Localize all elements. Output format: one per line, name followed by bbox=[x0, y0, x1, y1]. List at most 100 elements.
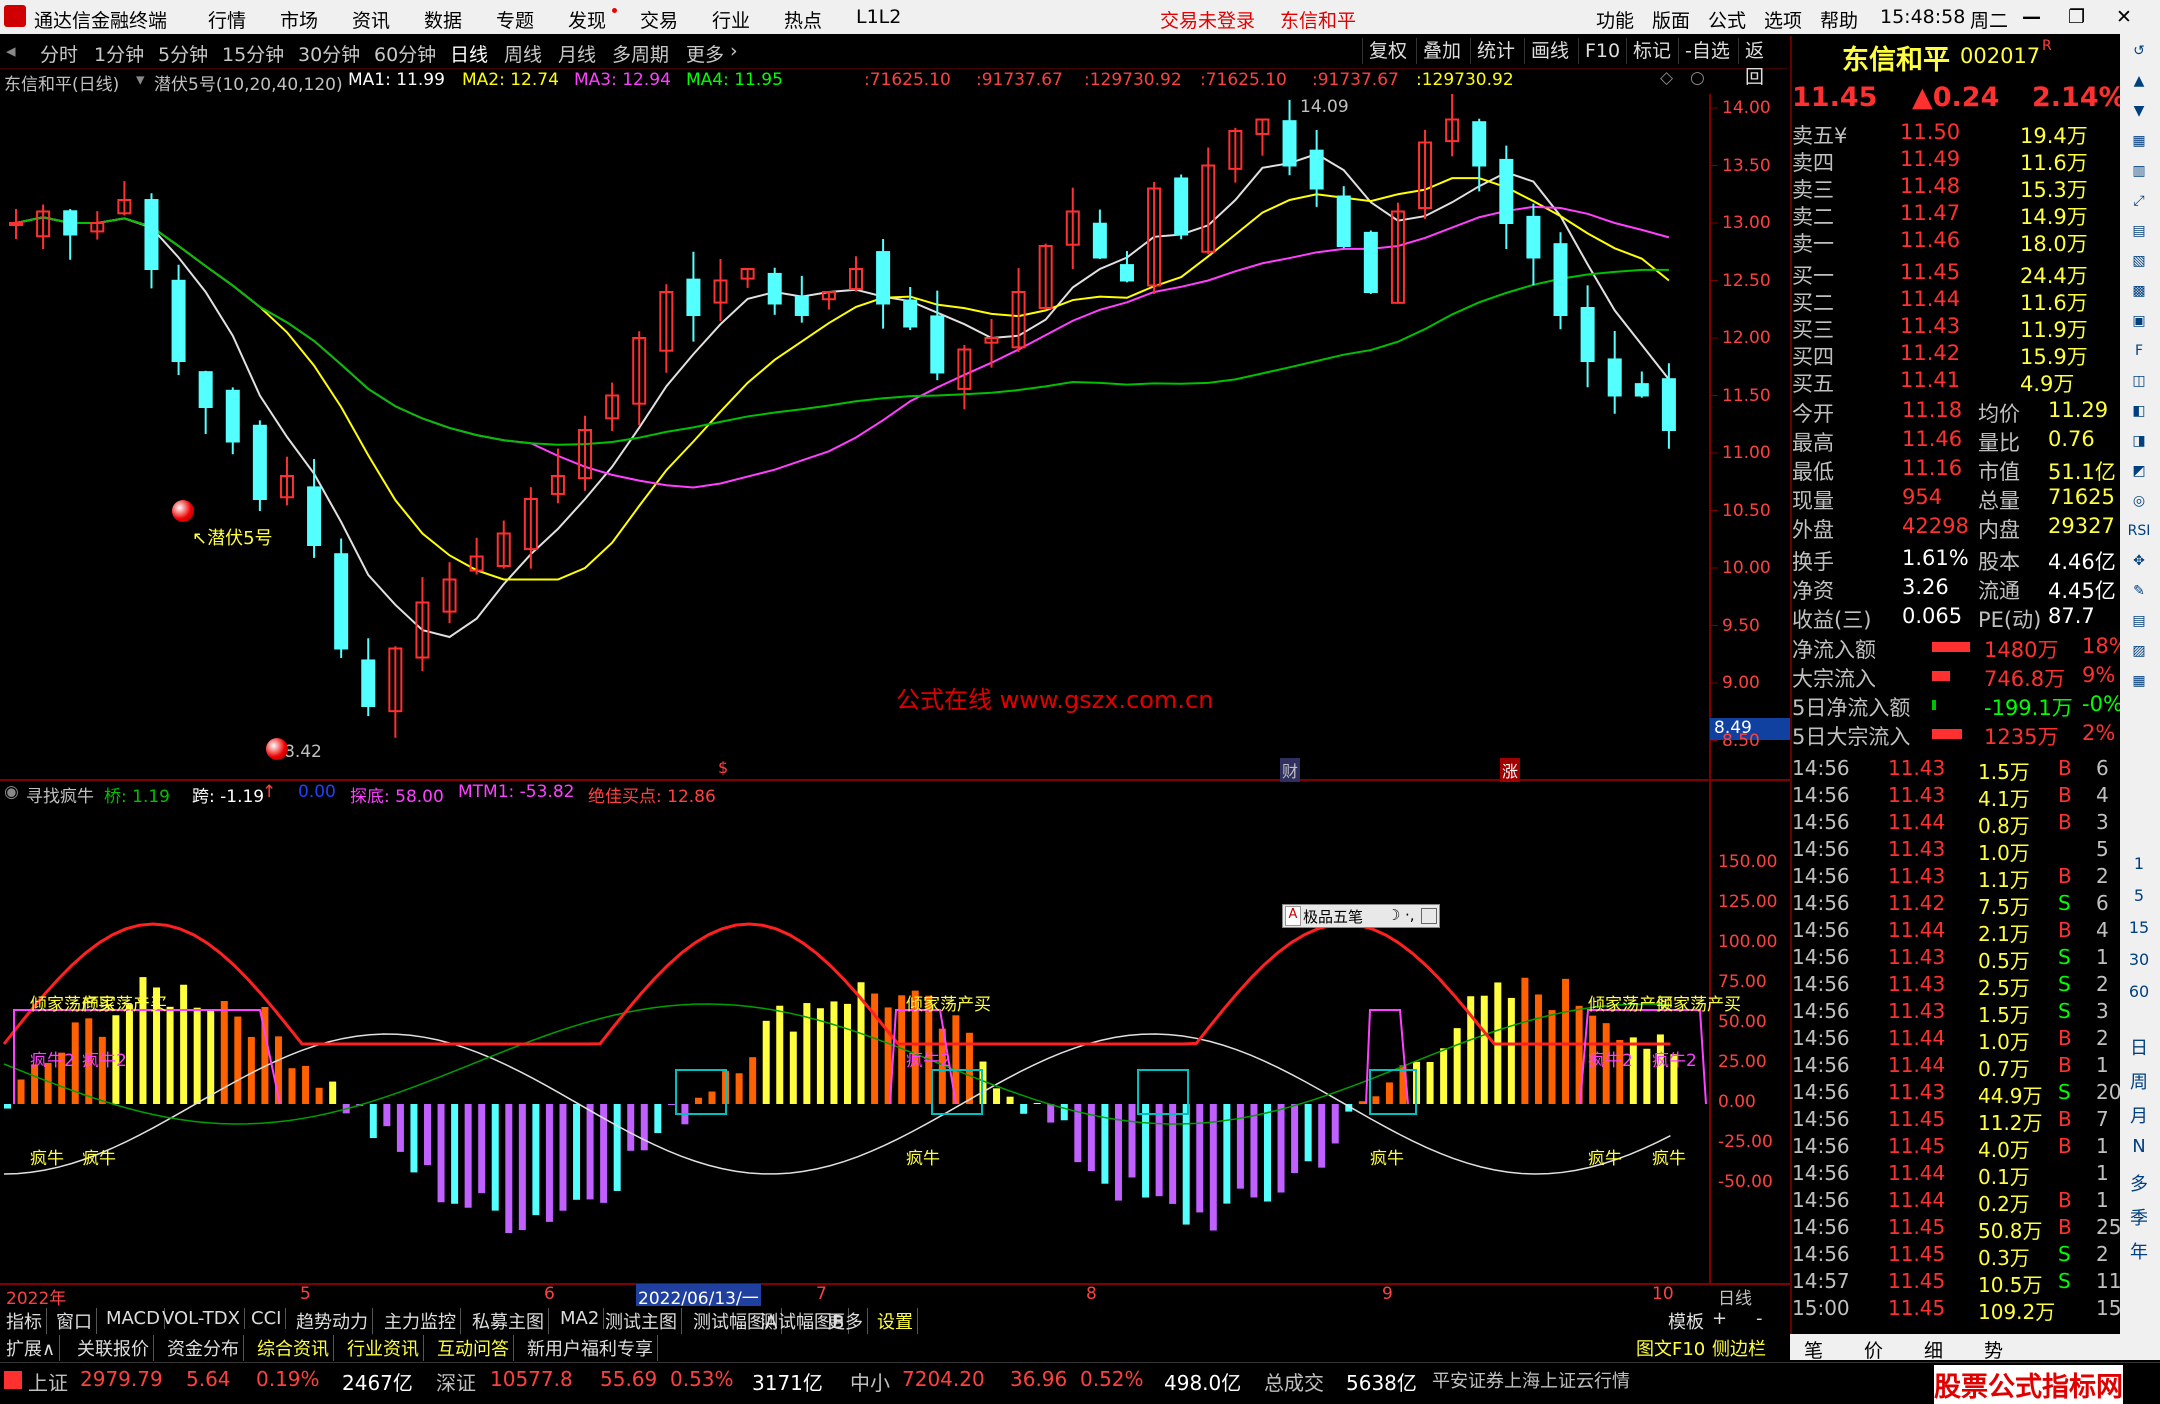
tab-weekly[interactable]: 周线 bbox=[504, 40, 542, 67]
side-period-btn[interactable]: 日 bbox=[2126, 1034, 2152, 1060]
side-tool-icon[interactable]: ✥ bbox=[2126, 548, 2152, 574]
event-mark-zhang[interactable]: 涨 bbox=[1500, 758, 1521, 782]
indicator-tab-1[interactable]: 窗口 bbox=[52, 1308, 97, 1334]
info-tab-0[interactable]: 扩展∧ bbox=[2, 1335, 61, 1361]
close-icon[interactable]: ✕ bbox=[2116, 6, 2132, 28]
menu-gongshi[interactable]: 公式 bbox=[1708, 6, 1746, 33]
circle-icon[interactable]: ○ bbox=[1690, 68, 1705, 88]
side-period-30[interactable]: 30 bbox=[2126, 950, 2152, 969]
indicator-tab-7[interactable]: 私募主图 bbox=[468, 1308, 549, 1334]
tab-60min[interactable]: 60分钟 bbox=[374, 40, 436, 67]
ime-name[interactable]: 极品五笔 bbox=[1303, 906, 1363, 927]
side-tool-icon[interactable]: ▩ bbox=[2126, 278, 2152, 304]
menu-banmian[interactable]: 版面 bbox=[1652, 6, 1690, 33]
side-tool-icon[interactable]: ◧ bbox=[2126, 398, 2152, 424]
side-period-btn[interactable]: 年 bbox=[2126, 1238, 2152, 1264]
ime-moon-icon[interactable]: ☽ bbox=[1387, 906, 1400, 924]
side-tool-icon[interactable]: ▥ bbox=[2126, 158, 2152, 184]
side-period-btn[interactable]: 周 bbox=[2126, 1068, 2152, 1094]
side-period-btn[interactable]: N bbox=[2126, 1136, 2152, 1157]
indicator-tab-0[interactable]: 指标 bbox=[2, 1308, 47, 1334]
server-name[interactable]: 平安证券上海上证云行情 bbox=[1432, 1367, 1630, 1393]
ime-mode-icon[interactable]: A bbox=[1285, 906, 1301, 926]
tab-15min[interactable]: 15分钟 bbox=[222, 40, 284, 67]
bid-price[interactable]: 11.45 bbox=[1900, 260, 1960, 284]
menu-shichang[interactable]: 市场 bbox=[280, 6, 318, 33]
btn-bi[interactable]: 笔 bbox=[1804, 1336, 1823, 1363]
side-tool-icon[interactable]: ◩ bbox=[2126, 458, 2152, 484]
tab-monthly[interactable]: 月线 bbox=[558, 40, 596, 67]
indicator-tab-8[interactable]: MA2 bbox=[556, 1308, 605, 1329]
menu-redian[interactable]: 热点 bbox=[784, 6, 822, 33]
side-tool-icon[interactable]: ✎ bbox=[2126, 578, 2152, 604]
btn-f10-graphic[interactable]: 图文F10 bbox=[1636, 1335, 1705, 1361]
sub-indicator-icon[interactable]: ◉ bbox=[4, 782, 19, 802]
btn-shi[interactable]: 势 bbox=[1984, 1336, 2003, 1363]
ime-keyboard-icon[interactable] bbox=[1421, 908, 1437, 924]
side-tool-icon[interactable]: ▨ bbox=[2126, 638, 2152, 664]
side-tool-icon[interactable]: ⤢ bbox=[2126, 188, 2152, 214]
menu-zhuanti[interactable]: 专题 bbox=[496, 6, 534, 33]
menu-hangqing[interactable]: 行情 bbox=[208, 6, 246, 33]
info-tab-4[interactable]: 行业资讯 bbox=[343, 1335, 424, 1361]
menu-l1l2[interactable]: L1L2 bbox=[856, 6, 901, 28]
info-tab-3[interactable]: 综合资讯 bbox=[253, 1335, 334, 1361]
bid-price[interactable]: 11.44 bbox=[1900, 287, 1960, 311]
ime-punct-icon[interactable]: ·, bbox=[1405, 906, 1415, 924]
side-tool-icon[interactable]: ▲ bbox=[2126, 68, 2152, 94]
side-period-5[interactable]: 5 bbox=[2126, 886, 2152, 905]
indicator-tab-6[interactable]: 主力监控 bbox=[380, 1308, 461, 1334]
side-tool-icon[interactable]: ◫ bbox=[2126, 368, 2152, 394]
tab-more[interactable]: 更多 bbox=[686, 40, 724, 67]
template-btn-2[interactable]: - bbox=[1756, 1308, 1763, 1329]
btn-huaxian[interactable]: 画线 bbox=[1524, 38, 1575, 64]
tab-5min[interactable]: 5分钟 bbox=[158, 40, 208, 67]
side-tool-icon[interactable]: F bbox=[2126, 338, 2152, 364]
btn-xi[interactable]: 细 bbox=[1924, 1336, 1943, 1363]
side-period-btn[interactable]: 多 bbox=[2126, 1170, 2152, 1196]
side-tool-icon[interactable]: ▼ bbox=[2126, 98, 2152, 124]
indicator-name[interactable]: 潜伏5号(10,20,40,120) bbox=[154, 70, 343, 95]
bid-price[interactable]: 11.43 bbox=[1900, 314, 1960, 338]
side-period-15[interactable]: 15 bbox=[2126, 918, 2152, 937]
side-period-60[interactable]: 60 bbox=[2126, 982, 2152, 1001]
indicator-tab-5[interactable]: 趋势动力 bbox=[292, 1308, 373, 1334]
menu-bangzhu[interactable]: 帮助 bbox=[1820, 6, 1858, 33]
ask-price[interactable]: 11.49 bbox=[1900, 147, 1960, 171]
side-tool-icon[interactable]: ▦ bbox=[2126, 668, 2152, 694]
tab-daily[interactable]: 日线 bbox=[450, 40, 488, 67]
btn-tongji[interactable]: 统计 bbox=[1470, 38, 1521, 64]
maximize-icon[interactable]: ❐ bbox=[2068, 6, 2085, 28]
btn-diejia[interactable]: 叠加 bbox=[1416, 38, 1467, 64]
ask-price[interactable]: 11.46 bbox=[1900, 228, 1960, 252]
side-tool-icon[interactable]: ◎ bbox=[2126, 488, 2152, 514]
menu-xuanxiang[interactable]: 选项 bbox=[1764, 6, 1802, 33]
indicator-tab-3[interactable]: VOL-TDX bbox=[158, 1308, 245, 1329]
side-tool-icon[interactable]: ▦ bbox=[2126, 128, 2152, 154]
side-tool-icon[interactable]: RSI bbox=[2126, 518, 2152, 544]
ask-price[interactable]: 11.50 bbox=[1900, 120, 1960, 144]
btn-fanhui[interactable]: 返回 bbox=[1738, 38, 1788, 88]
btn-jia[interactable]: 价 bbox=[1864, 1336, 1883, 1363]
sub-title[interactable]: 寻找疯牛 bbox=[26, 782, 94, 807]
event-mark-dollar[interactable]: $ bbox=[718, 758, 728, 777]
menu-shuju[interactable]: 数据 bbox=[424, 6, 462, 33]
indicator-tab-9[interactable]: 测试主图 bbox=[601, 1308, 682, 1334]
minimize-icon[interactable]: — bbox=[2022, 6, 2041, 28]
ask-price[interactable]: 11.47 bbox=[1900, 201, 1960, 225]
info-tab-2[interactable]: 资金分布 bbox=[163, 1335, 244, 1361]
template-btn-0[interactable]: 模板 bbox=[1668, 1308, 1704, 1334]
btn-fuquan[interactable]: 复权 bbox=[1362, 38, 1413, 64]
menu-faxian[interactable]: 发现 bbox=[568, 6, 606, 33]
bid-price[interactable]: 11.42 bbox=[1900, 341, 1960, 365]
side-period-btn[interactable]: 月 bbox=[2126, 1102, 2152, 1128]
indicator-tab-13[interactable]: 设置 bbox=[873, 1308, 918, 1334]
login-status[interactable]: 交易未登录 bbox=[1160, 6, 1255, 33]
btn-zixuan[interactable]: -自选 bbox=[1678, 38, 1736, 64]
zx-label[interactable]: 中小 bbox=[850, 1367, 890, 1396]
btn-biaoji[interactable]: 标记 bbox=[1626, 38, 1677, 64]
tab-30min[interactable]: 30分钟 bbox=[298, 40, 360, 67]
side-tool-icon[interactable]: ▧ bbox=[2126, 248, 2152, 274]
ask-price[interactable]: 11.48 bbox=[1900, 174, 1960, 198]
tab-multi-period[interactable]: 多周期 bbox=[612, 40, 669, 67]
